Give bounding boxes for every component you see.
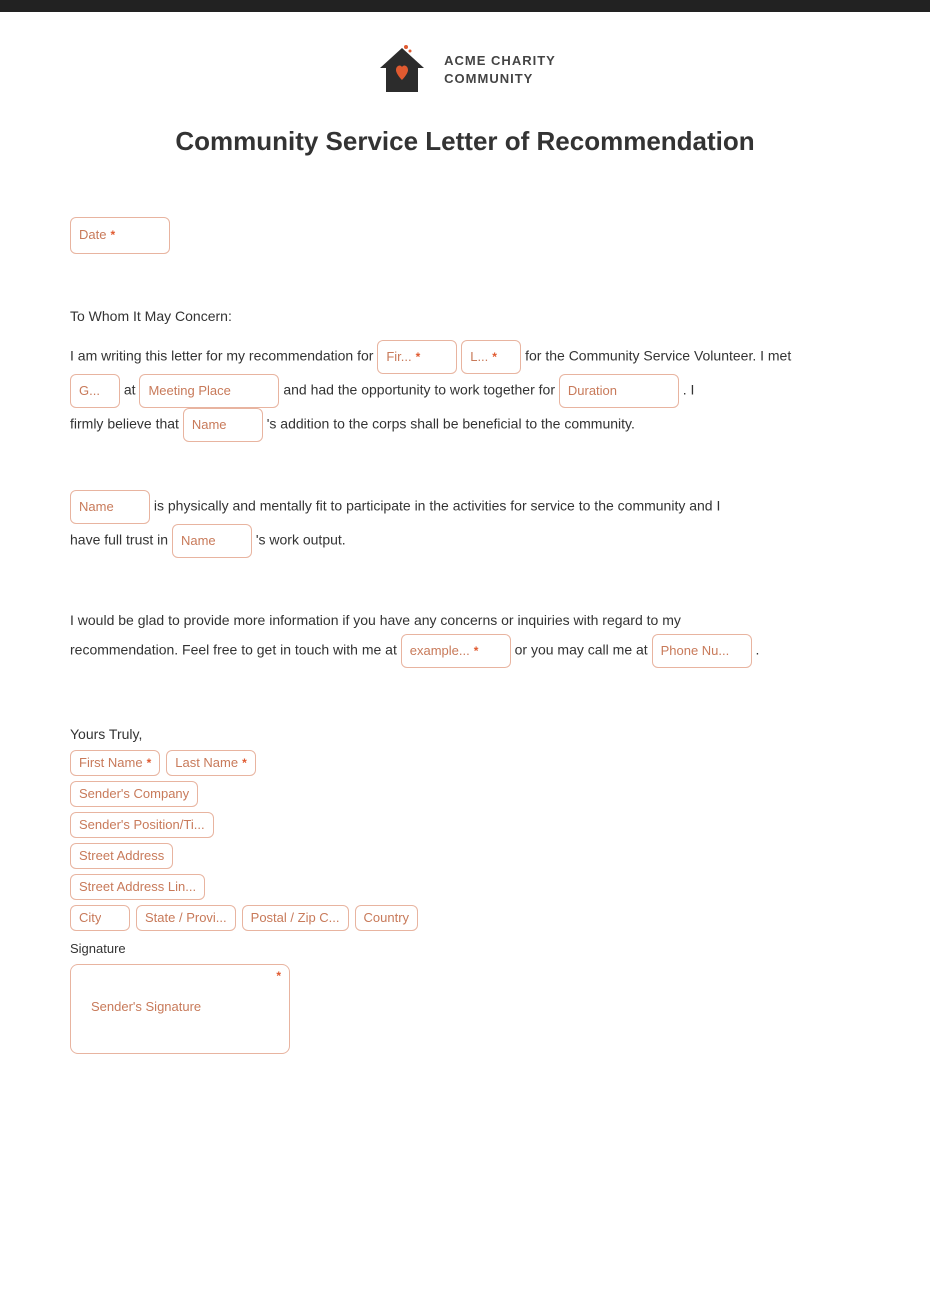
para3-line2: recommendation. Feel free to get in touc… [70,634,860,668]
duration-field[interactable]: Duration [559,374,679,408]
closing-text: Yours Truly, [70,726,860,742]
para1-mid2: at [124,381,136,397]
volunteer-first-name-field[interactable]: Fir... * [377,340,457,374]
sender-street-field[interactable]: Street Address [70,843,173,869]
body-section-1: To Whom It May Concern: I am writing thi… [70,302,860,442]
sender-name-row: First Name * Last Name * [70,750,860,776]
sender-city-row: City State / Provi... Postal / Zip C... … [70,905,860,931]
sender-company-field[interactable]: Sender's Company [70,781,198,807]
sender-street2-row: Street Address Lin... [70,874,860,900]
name-field-1[interactable]: Name [183,408,263,442]
para3-mid2: or you may call me at [515,641,648,657]
group-field[interactable]: G... [70,374,120,408]
para1-end: . I [683,381,695,397]
para3-mid: recommendation. Feel free to get in touc… [70,641,397,657]
sender-last-name-field[interactable]: Last Name * [166,750,256,776]
para1-mid1: for the Community Service Volunteer. I m… [525,347,791,363]
para1: I am writing this letter for my recommen… [70,340,860,374]
meeting-place-field[interactable]: Meeting Place [139,374,279,408]
sender-city-field[interactable]: City [70,905,130,931]
para1-mid3: and had the opportunity to work together… [283,381,555,397]
para2-line2: have full trust in Name 's work output. [70,524,860,558]
date-field[interactable]: Date * [70,217,170,254]
signature-required: * [276,969,281,983]
logo-container: ACME CHARITY COMMUNITY [374,42,556,98]
org-name: ACME CHARITY COMMUNITY [444,52,556,88]
sender-state-field[interactable]: State / Provi... [136,905,236,931]
para1-end2: firmly believe that [70,415,179,431]
sender-first-name-field[interactable]: First Name * [70,750,160,776]
sender-company-row: Sender's Company [70,781,860,807]
header: ACME CHARITY COMMUNITY Community Service… [70,42,860,187]
para2-end2: 's work output. [256,531,346,547]
date-section: Date * [70,217,860,254]
sender-country-field[interactable]: Country [355,905,419,931]
para1-line3: firmly believe that Name 's addition to … [70,408,860,442]
sender-position-row: Sender's Position/Ti... [70,812,860,838]
sender-fields: First Name * Last Name * Sender's Compan… [70,750,860,931]
para2-end: have full trust in [70,531,168,547]
signature-box[interactable]: * Sender's Signature [70,964,290,1054]
email-field[interactable]: example... * [401,634,511,668]
name-field-3[interactable]: Name [172,524,252,558]
sender-street-row: Street Address [70,843,860,869]
sender-zip-field[interactable]: Postal / Zip C... [242,905,349,931]
logo-icon [374,42,430,98]
body-section-2: Name is physically and mentally fit to p… [70,490,860,558]
phone-field[interactable]: Phone Nu... [652,634,752,668]
sender-street2-field[interactable]: Street Address Lin... [70,874,205,900]
para3-line1: I would be glad to provide more informat… [70,606,860,634]
top-bar [0,0,930,12]
signature-placeholder: Sender's Signature [91,999,201,1014]
page-content: ACME CHARITY COMMUNITY Community Service… [0,12,930,1142]
body-section-3: I would be glad to provide more informat… [70,606,860,668]
signature-label: Signature [70,941,860,956]
greeting: To Whom It May Concern: [70,302,860,330]
para1-end3: 's addition to the corps shall be benefi… [267,415,635,431]
para2-line1: Name is physically and mentally fit to p… [70,490,860,524]
sender-position-field[interactable]: Sender's Position/Ti... [70,812,214,838]
para2-mid: is physically and mentally fit to partic… [154,497,720,513]
para1-line2: G... at Meeting Place and had the opport… [70,374,860,408]
para3-end: . [755,641,759,657]
volunteer-last-name-field[interactable]: L... * [461,340,521,374]
closing-section: Yours Truly, First Name * Last Name * Se… [70,726,860,1054]
page-title: Community Service Letter of Recommendati… [175,126,754,157]
name-field-2[interactable]: Name [70,490,150,524]
para1-start: I am writing this letter for my recommen… [70,347,373,363]
